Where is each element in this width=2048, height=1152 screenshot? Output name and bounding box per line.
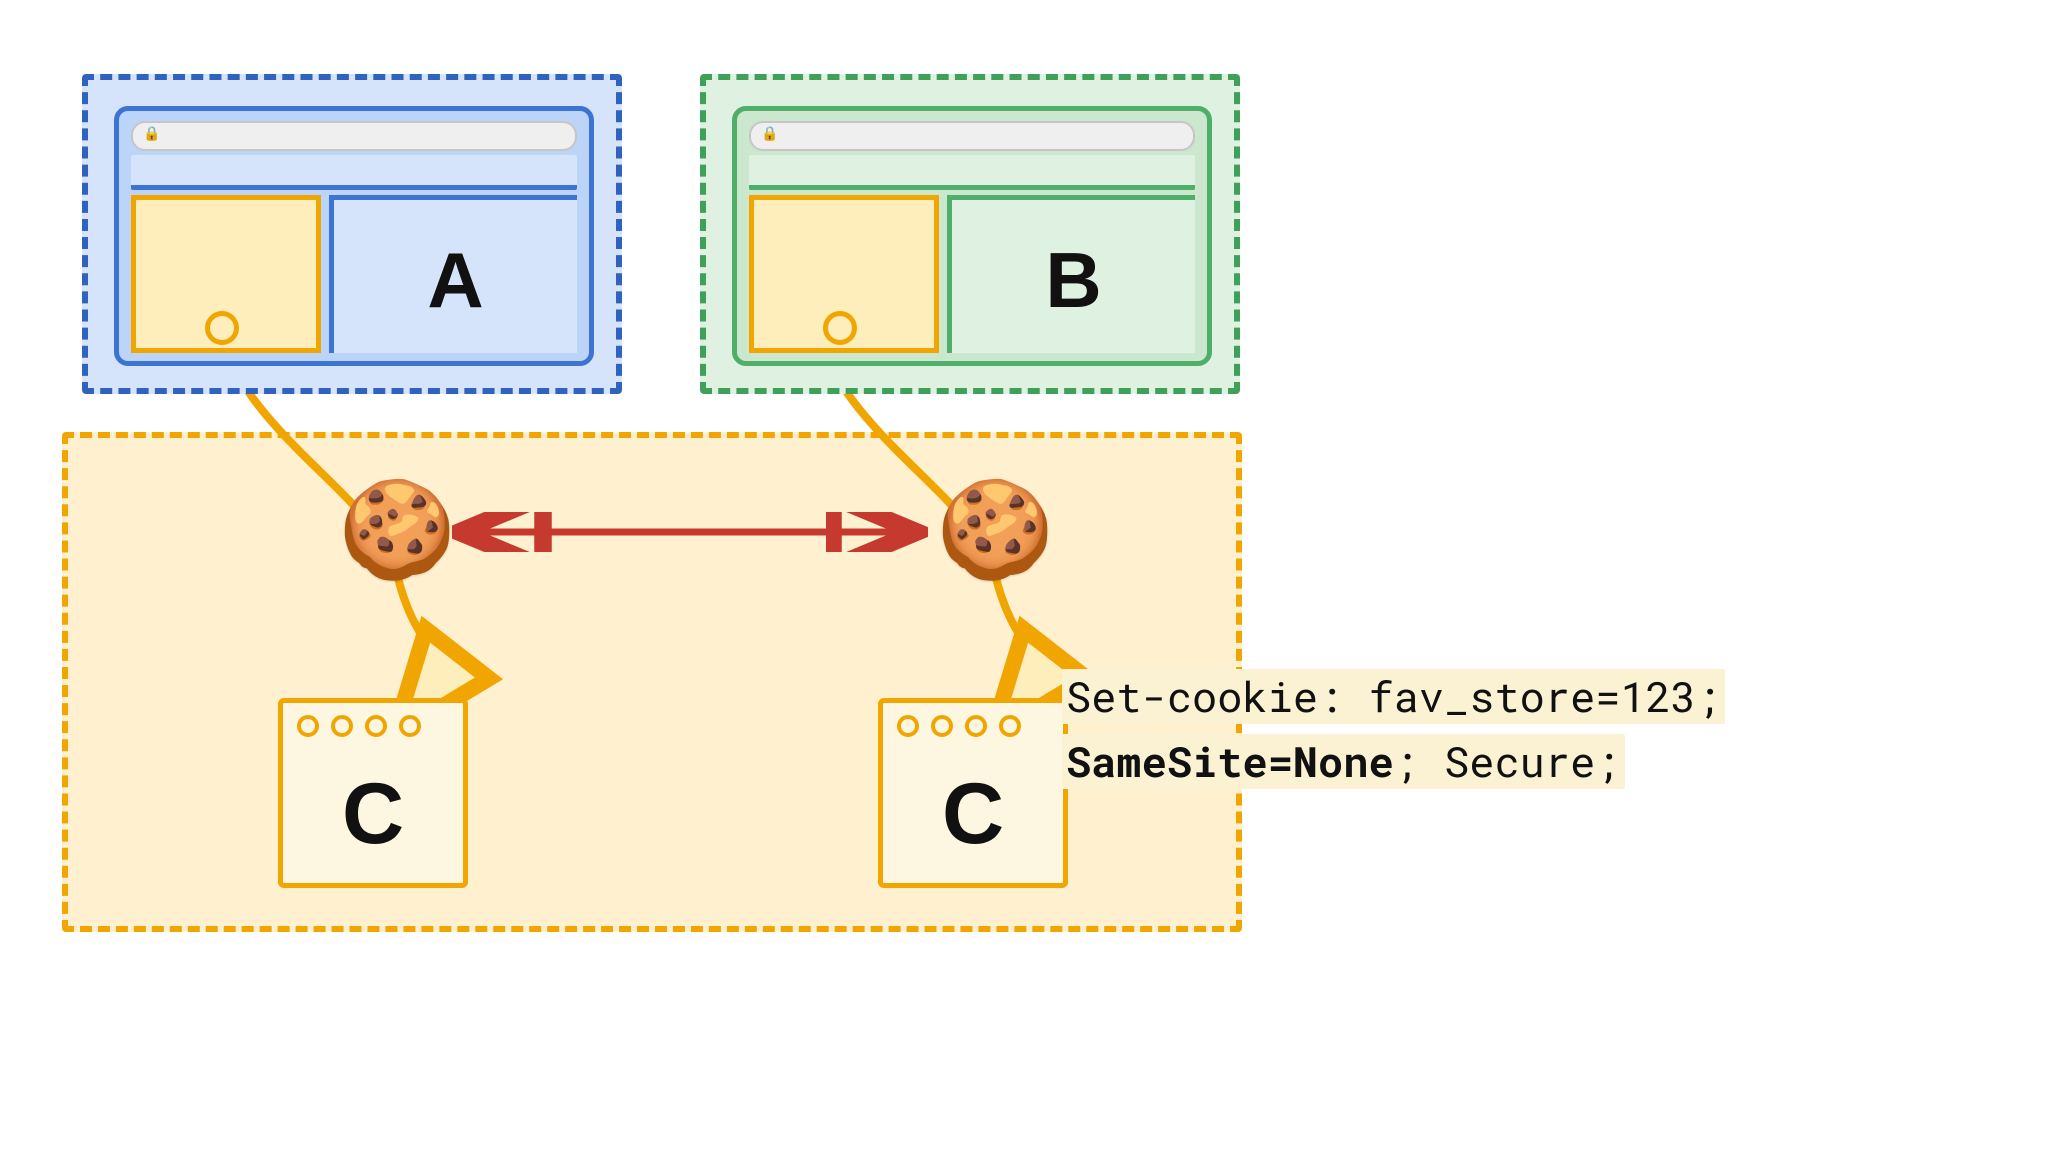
server-label: C — [883, 765, 1063, 864]
toolbar — [749, 155, 1195, 190]
code-line: Set-cookie: fav_store=123; — [1062, 669, 1725, 724]
set-cookie-header-callout: Set-cookie: fav_store=123; SameSite=None… — [1062, 665, 1725, 794]
site-a-context-box: 🔒 A — [82, 74, 622, 394]
server-window-c-right: C — [878, 698, 1068, 888]
cookie-icon: 🍪 — [338, 483, 456, 578]
site-content: A — [329, 195, 577, 353]
connection-node-icon — [823, 311, 857, 345]
toolbar — [131, 155, 577, 190]
site-label: A — [334, 235, 577, 326]
connection-node-icon — [205, 311, 239, 345]
server-window-c-left: C — [278, 698, 468, 888]
code-samesite-attr: SameSite=None — [1066, 734, 1394, 789]
address-bar — [749, 121, 1195, 151]
window-dots-icon — [297, 715, 421, 737]
server-label: C — [283, 765, 463, 864]
lock-icon: 🔒 — [143, 125, 160, 142]
lock-icon: 🔒 — [761, 125, 778, 142]
site-content: B — [947, 195, 1195, 353]
bidirectional-arrow — [448, 512, 928, 552]
cookie-icon: 🍪 — [936, 483, 1054, 578]
site-b-context-box: 🔒 B — [700, 74, 1240, 394]
browser-window-a: 🔒 A — [114, 106, 594, 366]
window-dots-icon — [897, 715, 1021, 737]
site-label: B — [952, 235, 1195, 326]
address-bar — [131, 121, 577, 151]
browser-window-b: 🔒 B — [732, 106, 1212, 366]
code-line: ; Secure; — [1394, 734, 1621, 789]
